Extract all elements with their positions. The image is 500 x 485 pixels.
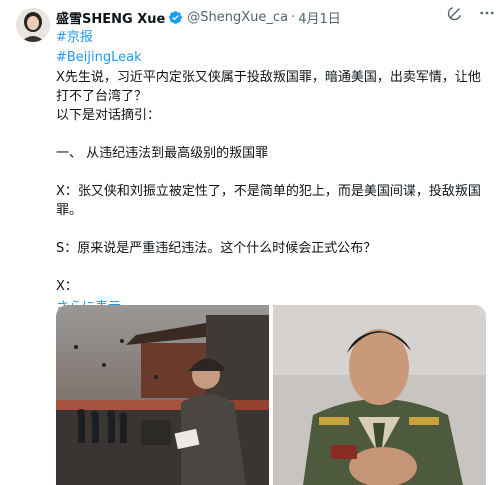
tweet-paragraph (56, 220, 486, 239)
tweet-text: X先生说，习近平内定张又侠属于投敌叛国罪，暗通美国，出卖军情，让他打不了台湾了？… (56, 68, 486, 296)
tweet-paragraph (56, 258, 486, 277)
header-actions (446, 4, 496, 22)
tweet-paragraph: X： (56, 279, 78, 294)
hashtag-link[interactable]: #京报 (56, 28, 486, 48)
separator-dot: · (291, 9, 296, 25)
media-gallery (56, 305, 486, 485)
tweet-header: 盛雪SHENG Xue @ShengXue_ca · 4月1日 (56, 6, 486, 28)
media-image-2[interactable] (273, 305, 486, 485)
tweet-paragraph: 一、 从违纪违法到最高级别的叛国罪 (56, 146, 269, 161)
hashtag-link[interactable]: #BeijingLeak (56, 48, 486, 68)
tweet-content: 盛雪SHENG Xue @ShengXue_ca · 4月1日 #京报 #Bei… (56, 6, 486, 318)
grok-icon[interactable] (446, 4, 464, 22)
tweet-paragraph: S：原来说是严重违纪违法。这个什么时候会正式公布？ (56, 241, 377, 256)
tweet-paragraph (56, 163, 486, 182)
tweet-paragraph: 以下是对话摘引： (56, 108, 161, 123)
tweet[interactable]: 盛雪SHENG Xue @ShengXue_ca · 4月1日 #京报 #Bei… (0, 0, 500, 485)
avatar[interactable] (16, 8, 50, 42)
tweet-paragraph: X：张又侠和刘振立被定性了，不是简单的犯上，而是美国间谍，投敌叛国罪。 (56, 184, 481, 218)
tweet-paragraph: X先生说，习近平内定张又侠属于投敌叛国罪，暗通美国，出卖军情，让他打不了台湾了？ (56, 70, 481, 104)
media-image-1[interactable] (56, 305, 269, 485)
tweet-paragraph (56, 125, 486, 144)
verified-badge-icon (168, 10, 183, 25)
post-date[interactable]: 4月1日 (298, 8, 341, 27)
author-name[interactable]: 盛雪SHENG Xue (56, 8, 165, 27)
more-icon[interactable] (478, 4, 496, 22)
author-handle[interactable]: @ShengXue_ca (187, 10, 288, 25)
